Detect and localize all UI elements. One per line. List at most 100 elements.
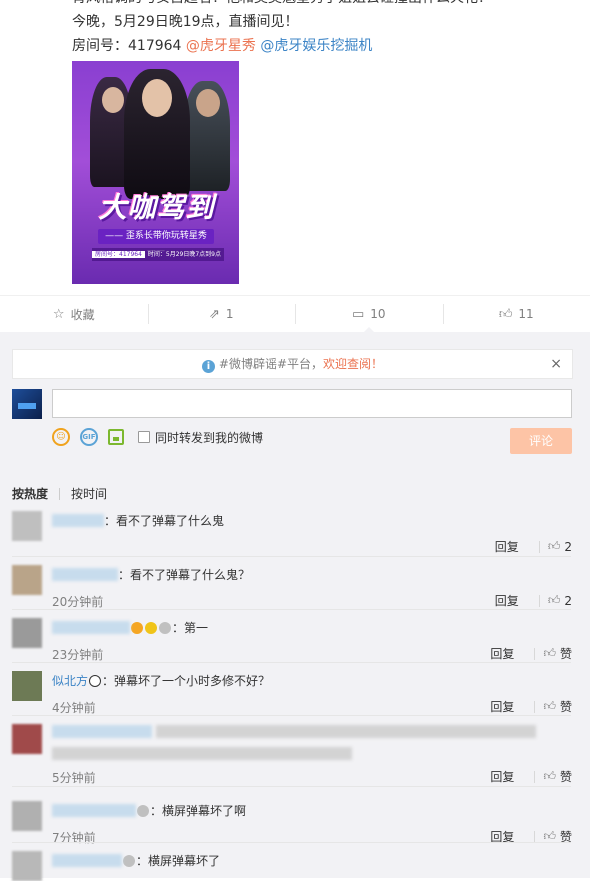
sort-time-tab[interactable]: 按时间 [71, 487, 107, 501]
comment-ops: 回复 👍︎2 [495, 592, 572, 609]
reply-button[interactable]: 回复 [495, 592, 519, 609]
comment-ops: 回复 👍︎赞 [490, 698, 572, 715]
comment-button[interactable]: ▭ 10 [295, 296, 443, 332]
close-icon[interactable]: × [550, 350, 562, 378]
forward-checkbox[interactable] [138, 431, 150, 443]
comment-like-count: 2 [564, 540, 572, 554]
submit-comment-button[interactable]: 评论 [510, 428, 572, 454]
post-line: 房间号：417964 @虎牙星秀 @虎牙娱乐挖掘机 [72, 34, 577, 58]
favorite-label: 收藏 [71, 306, 95, 323]
emoji-icon [145, 622, 157, 634]
mention-link[interactable]: @虎牙星秀 [186, 38, 256, 54]
username[interactable] [52, 514, 104, 527]
star-icon: ☆ [53, 307, 65, 322]
rumor-notice: i #微博辟谣#平台，欢迎查阅！ × [12, 349, 573, 379]
poster-title: 大咖驾到 [84, 186, 229, 226]
avatar[interactable] [12, 724, 42, 754]
avatar[interactable] [12, 618, 42, 648]
comment-like-button[interactable]: 👍︎2 [548, 593, 572, 608]
avatar[interactable] [12, 801, 42, 831]
comment-time: 23分钟前 [52, 646, 103, 663]
post-line: 肯风格调的与安自超名！他和莫莫魁星秀手姐姐去碰撞出什么火花？ [72, 0, 577, 10]
comment-line [52, 725, 572, 761]
comment-ops: 回复 👍︎ 赞 [490, 645, 572, 662]
notice-text: #微博辟谣#平台， [219, 357, 323, 371]
gif-icon[interactable]: GIF [80, 428, 98, 446]
figure [184, 81, 230, 191]
forward-button[interactable]: ⇗ 1 [148, 296, 296, 332]
notice-link[interactable]: 欢迎查阅！ [323, 357, 383, 371]
forward-checkbox-label: 同时转发到我的微博 [155, 429, 263, 446]
comment-line: ：看不了弹幕了什么鬼？ [52, 566, 572, 583]
comment-like-count: 赞 [560, 645, 572, 662]
username[interactable] [52, 621, 130, 634]
comment-text: ：看不了弹幕了什么鬼？ [118, 568, 250, 582]
favorite-button[interactable]: ☆ 收藏 [0, 296, 148, 332]
comment-like-button[interactable]: 👍︎2 [548, 539, 572, 554]
thumb-up-icon: 👍︎ [499, 307, 513, 322]
divider [12, 556, 571, 557]
comment-time: 4分钟前 [52, 699, 96, 716]
reply-button[interactable]: 回复 [490, 645, 514, 662]
comment-time: 20分钟前 [52, 593, 103, 610]
mention-link[interactable]: @虎牙娱乐挖掘机 [260, 38, 372, 54]
comment-input[interactable] [52, 389, 572, 418]
divider [12, 842, 571, 843]
avatar[interactable] [12, 389, 42, 419]
username[interactable] [52, 725, 152, 738]
forward-count: 1 [226, 307, 234, 321]
username[interactable]: 似北方 [52, 674, 88, 688]
comment-like-button[interactable]: 👍︎赞 [543, 768, 572, 785]
comment-text: ：横屏弹幕坏了 [136, 854, 220, 868]
info-icon: i [202, 360, 215, 373]
username[interactable] [52, 854, 122, 867]
like-button[interactable]: 👍︎ 11 [443, 296, 590, 332]
medal-icon [137, 805, 149, 817]
action-bar: ☆ 收藏 ⇗ 1 ▭ 10 👍︎ 11 [0, 295, 590, 333]
post-image[interactable]: 大咖驾到 —— 歪系长带你玩转星秀 —— 房间号：417964时间：5月29日晚… [72, 61, 239, 284]
thumb-up-icon: 👍︎ [543, 769, 556, 784]
sort-tabs: 按热度 按时间 [12, 485, 107, 502]
username[interactable] [52, 804, 136, 817]
reply-button[interactable]: 回复 [495, 538, 519, 555]
comment-line: ：横屏弹幕坏了 [52, 852, 572, 869]
comment-text [156, 725, 536, 738]
figure [124, 69, 190, 199]
poster-info: 房间号：417964时间：5月29日晚7点到9点 [92, 248, 224, 261]
comment-text: ：横屏弹幕坏了啊 [150, 804, 246, 818]
avatar[interactable] [12, 671, 42, 701]
comment-text: ：弹幕坏了一个小时多修不好？ [102, 674, 270, 688]
poster-subtitle: —— 歪系长带你玩转星秀 —— [98, 229, 214, 244]
sort-hot-tab[interactable]: 按热度 [12, 487, 48, 501]
reply-button[interactable]: 回复 [490, 768, 514, 785]
panda-icon [89, 675, 101, 687]
post-text: 肯风格调的与安自超名！他和莫莫魁星秀手姐姐去碰撞出什么火花？ 今晚，5月29日晚… [72, 0, 577, 58]
emoji-icon[interactable]: ☺ [52, 428, 70, 446]
reply-button[interactable]: 回复 [490, 698, 514, 715]
thumb-up-icon: 👍︎ [548, 593, 561, 608]
avatar[interactable] [12, 565, 42, 595]
thumb-up-icon: 👍︎ [543, 646, 556, 661]
poster-room: 房间号：417964 [92, 251, 145, 258]
level-badge-icon [131, 622, 143, 634]
like-count: 11 [518, 307, 533, 321]
comment-line: ：看不了弹幕了什么鬼 [52, 512, 572, 529]
avatar[interactable] [12, 511, 42, 541]
comment-like-count: 赞 [560, 698, 572, 715]
comment-like-button[interactable]: 👍︎ 赞 [543, 645, 572, 662]
comment-icon: ▭ [352, 307, 364, 322]
username[interactable] [52, 568, 118, 581]
comment-line: ：横屏弹幕坏了啊 [52, 802, 572, 819]
avatar[interactable] [12, 851, 42, 881]
divider [12, 786, 571, 787]
comment-like-button[interactable]: 👍︎赞 [543, 698, 572, 715]
divider [12, 662, 571, 663]
comment-time: 5分钟前 [52, 769, 96, 786]
image-icon[interactable] [108, 429, 124, 445]
divider [12, 715, 571, 716]
medal-icon [123, 855, 135, 867]
comment-line: ：第一 [52, 619, 572, 636]
share-icon: ⇗ [209, 307, 220, 322]
comment-line: 似北方 ：弹幕坏了一个小时多修不好？ [52, 672, 572, 689]
medal-icon [159, 622, 171, 634]
